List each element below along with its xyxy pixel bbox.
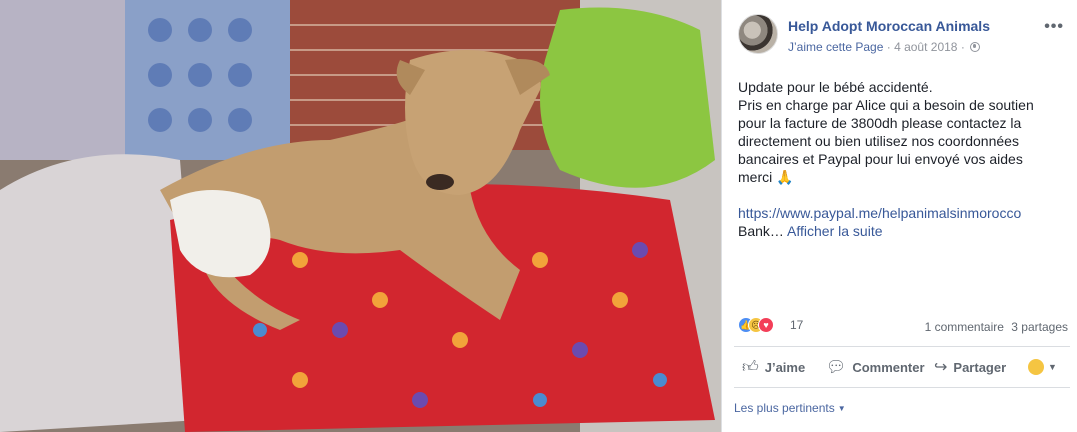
reaction-picker-button[interactable]: ▼ (1028, 347, 1057, 387)
love-icon: ♥ (758, 317, 774, 333)
share-arrow-icon: ↪ (934, 359, 948, 376)
post-actions: 👍︎ J’aime 💬︎ Commenter ↪ Partager ▼ (734, 346, 1070, 388)
emoji-reaction-icon (1028, 359, 1044, 375)
comments-count-link[interactable]: 1 commentaire (925, 320, 1004, 334)
page-name-link[interactable]: Help Adopt Moroccan Animals (788, 18, 990, 34)
caret-down-icon: ▼ (837, 404, 846, 413)
meta-separator-2: · (960, 40, 965, 54)
share-button-label: Partager (953, 359, 1007, 375)
share-button[interactable]: ↪ Partager (934, 347, 1006, 387)
reaction-count[interactable]: 17 (790, 318, 803, 332)
post-text-line: pour la facture de 3800dh please contact… (738, 115, 1022, 131)
see-more-link[interactable]: Afficher la suite (787, 223, 882, 239)
post-text-line: directement ou bien utilisez nos coordon… (738, 133, 1019, 149)
page-avatar[interactable] (738, 14, 778, 54)
reactions-bar: 👍 ☹ ♥ 17 1 commentaire 3 partages (738, 317, 1068, 335)
globe-icon[interactable] (970, 42, 981, 52)
comment-button-label: Commenter (852, 359, 925, 375)
post-text-line: bancaires et Paypal pour lui envoyé vos … (738, 151, 1023, 167)
post-text: Update pour le bébé accidenté. Pris en c… (738, 78, 1058, 240)
post-panel: Help Adopt Moroccan Animals J’aime cette… (721, 0, 1077, 432)
shares-count-link[interactable]: 3 partages (1011, 320, 1068, 334)
post-text-line: Pris en charge par Alice qui a besoin de… (738, 97, 1034, 113)
truncated-text: Bank… (738, 223, 784, 239)
thumbs-up-icon: 👍︎ (742, 358, 759, 376)
comment-bubble-icon: 💬︎ (826, 359, 847, 376)
comment-sort-label: Les plus pertinents (734, 401, 835, 415)
paypal-link[interactable]: https://www.paypal.me/helpanimalsinmoroc… (738, 205, 1021, 221)
post-meta: J’aime cette Page · 4 août 2018 · (788, 40, 981, 54)
caret-down-icon: ▼ (1048, 362, 1057, 372)
like-button-label: J’aime (764, 359, 806, 375)
post-date[interactable]: 4 août 2018 (894, 40, 957, 54)
like-page-link[interactable]: J’aime cette Page (788, 40, 883, 54)
like-button[interactable]: 👍︎ J’aime (742, 347, 805, 387)
meta-separator: · (886, 40, 891, 54)
comments-shares: 1 commentaire 3 partages (921, 320, 1068, 334)
more-options-button[interactable]: ••• (1044, 18, 1064, 36)
comment-sort-dropdown[interactable]: Les plus pertinents ▼ (734, 401, 846, 415)
post-photo[interactable] (0, 0, 721, 432)
post-text-line: merci 🙏 (738, 169, 794, 185)
post-header: Help Adopt Moroccan Animals J’aime cette… (738, 14, 1068, 60)
post-text-line: Update pour le bébé accidenté. (738, 79, 933, 95)
dog-photo (0, 0, 721, 432)
comment-button[interactable]: 💬︎ Commenter (826, 347, 925, 387)
